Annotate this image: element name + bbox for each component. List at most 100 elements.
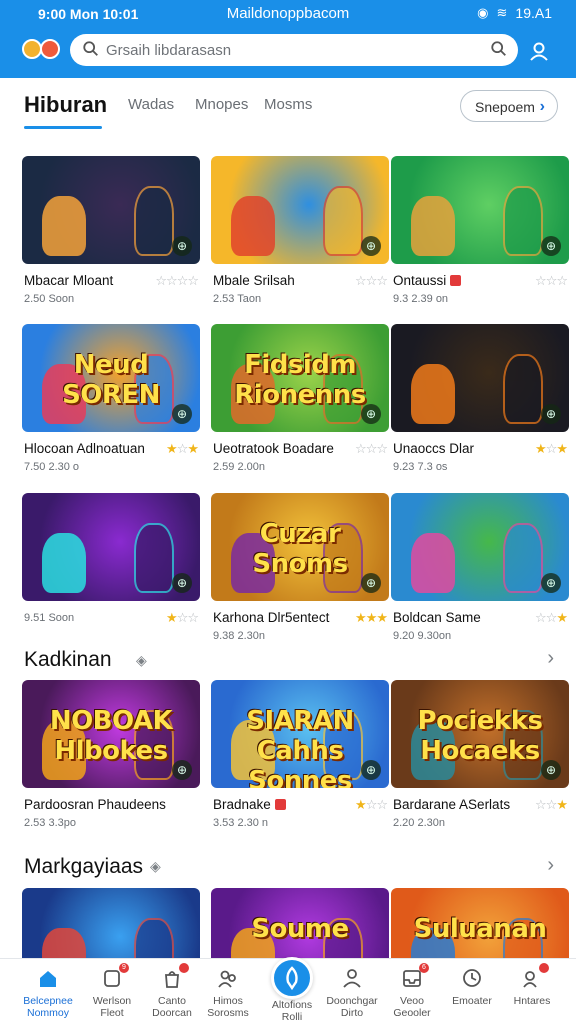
star-empty-icon: ☆ xyxy=(365,797,378,812)
star-empty-icon: ☆ xyxy=(355,273,367,288)
game-card[interactable]: Neud SOREN ⊕ Hlocoan Adlnoatuan 7.50 2.30 o… xyxy=(22,324,200,474)
wifi-icon: ≋ xyxy=(496,5,508,20)
bottom-nav-item[interactable]: Altofions Rolli xyxy=(262,957,322,1023)
nav-label: Doonchgar xyxy=(326,995,378,1007)
game-thumbnail[interactable]: NOBOAK Hlbokes ⊕ xyxy=(22,680,200,788)
bottom-nav-item[interactable]: 9 Werlson Fleot xyxy=(82,963,142,1019)
search-submit-icon[interactable] xyxy=(490,40,508,58)
game-card[interactable]: Suluanan⊕ xyxy=(391,888,569,958)
game-thumbnail[interactable]: ⊕ xyxy=(22,888,200,958)
game-thumbnail[interactable]: ⊕ xyxy=(391,156,569,264)
rating-badge-icon: ⊕ xyxy=(361,573,381,593)
thumbnail-title-art: Neud SOREN xyxy=(62,350,160,410)
nav-sublabel: Fleot xyxy=(100,1007,124,1019)
game-card[interactable]: ⊕ Mbacar Mloant 2.50 Soon ☆☆☆☆ xyxy=(22,156,200,306)
nav-label: Veoo xyxy=(400,995,424,1007)
nav-sublabel: Nommoy xyxy=(26,1007,69,1019)
section-more-chevron-icon[interactable]: › xyxy=(547,647,554,670)
rating-badge-icon: ⊕ xyxy=(172,236,192,256)
game-thumbnail[interactable]: Neud SOREN ⊕ xyxy=(22,324,200,432)
game-card[interactable]: ⊕ Boldcan Same 9.20 9.30on ☆☆★ xyxy=(391,493,569,643)
game-thumbnail[interactable]: Soume⊕ xyxy=(211,888,389,958)
people-icon xyxy=(217,967,239,989)
game-card[interactable]: ⊕ Unaoccs Dlar 9.23 7.3 os ★☆★ xyxy=(391,324,569,474)
game-card[interactable]: ⊕ 9.51 Soon ★☆☆ xyxy=(22,493,200,643)
app-logo[interactable] xyxy=(22,38,64,60)
rating-badge-icon: ⊕ xyxy=(361,760,381,780)
thumbnail-title-art: NOBOAK Hlbokes xyxy=(49,706,173,766)
star-empty-icon: ☆ xyxy=(355,441,367,456)
game-meta: 7.50 2.30 o xyxy=(24,461,80,473)
character-figure xyxy=(411,533,455,593)
star-empty-icon: ☆ xyxy=(155,273,167,288)
rating-badge-icon: ⊕ xyxy=(172,404,192,424)
game-card[interactable]: Fidsidm Rionenns ⊕ Ueotratook Boadare 2.59 … xyxy=(211,324,389,474)
star-empty-icon: ☆ xyxy=(376,797,388,812)
game-thumbnail[interactable]: Suluanan⊕ xyxy=(391,888,569,958)
star-filled-icon: ★ xyxy=(556,441,568,456)
nav-sublabel: Doorcan xyxy=(152,1007,192,1019)
rating-badge-icon: ⊕ xyxy=(541,760,561,780)
bottom-navigation: Belcepnee Nommoy 9 Werlson Fleot Canto Doorcan… xyxy=(0,957,576,1024)
bottom-nav-item[interactable]: Doonchgar Dirto xyxy=(322,965,382,1019)
rating-badge-icon: ⊕ xyxy=(541,236,561,256)
game-meta: 2.59 2.00n xyxy=(213,461,265,473)
character-figure xyxy=(323,186,363,256)
star-rating: ☆☆☆☆ xyxy=(155,273,199,289)
game-card[interactable]: ⊕ xyxy=(22,888,200,958)
rating-badge-icon: ⊕ xyxy=(172,573,192,593)
tab-mnopes[interactable]: Mnopes xyxy=(195,96,248,113)
bottom-nav-item[interactable]: Himos Sorosms xyxy=(198,965,258,1019)
game-thumbnail[interactable]: ⊕ xyxy=(391,493,569,601)
star-empty-icon: ☆ xyxy=(176,273,189,288)
character-figure xyxy=(42,196,86,256)
inbox-icon: 6 xyxy=(401,963,429,989)
game-thumbnail[interactable]: ⊕ xyxy=(22,156,200,264)
bottom-nav-item[interactable]: Emoater xyxy=(442,965,502,1007)
game-thumbnail[interactable]: Pociekks Hocaeks ⊕ xyxy=(391,680,569,788)
game-card[interactable]: Cuzar Snoms ⊕ Karhona Dlr5entect 9.38 2.30n… xyxy=(211,493,389,643)
notification-badge xyxy=(539,963,549,973)
hot-badge-icon xyxy=(274,799,286,810)
game-thumbnail[interactable]: ⊕ xyxy=(391,324,569,432)
bottom-nav-item[interactable]: Canto Doorcan xyxy=(142,963,202,1019)
game-thumbnail[interactable]: Cuzar Snoms ⊕ xyxy=(211,493,389,601)
game-meta: 3.53 2.30 n xyxy=(213,817,269,829)
character-figure xyxy=(134,918,174,958)
game-card[interactable]: ⊕ Ontaussi 9.3 2.39 on ☆☆☆ xyxy=(391,156,569,306)
section-more-chevron-icon[interactable]: › xyxy=(547,854,554,877)
star-filled-icon: ★ xyxy=(535,441,547,456)
profile-icon[interactable] xyxy=(528,40,550,62)
game-thumbnail[interactable]: Fidsidm Rionenns ⊕ xyxy=(211,324,389,432)
tab-wadas[interactable]: Wadas xyxy=(128,96,174,113)
nav-sublabel: Rolli xyxy=(281,1011,303,1023)
top-app-bar: 9:00 Mon 10:01 Maildonoppbacom ◉ ≋ 19.A1… xyxy=(0,0,576,78)
sort-button[interactable]: Snepoem › xyxy=(460,90,558,122)
center-action-button[interactable] xyxy=(271,957,313,999)
game-card[interactable]: NOBOAK Hlbokes ⊕ Pardoosran Phaudeens 2.53 … xyxy=(22,680,200,830)
game-card[interactable]: SIARAN Cahhs Sonnes ⊕ Bradnake 3.53 2.30 n ★… xyxy=(211,680,389,830)
character-figure xyxy=(134,523,174,593)
thumbnail-title-art: Fidsidm Rionenns xyxy=(234,350,366,410)
star-empty-icon: ☆ xyxy=(176,610,189,625)
game-card[interactable]: Soume⊕ xyxy=(211,888,389,958)
game-thumbnail[interactable]: SIARAN Cahhs Sonnes ⊕ xyxy=(211,680,389,788)
game-thumbnail[interactable]: ⊕ xyxy=(22,493,200,601)
game-card[interactable]: Pociekks Hocaeks ⊕ Bardarane ASerlats 2.20 … xyxy=(391,680,569,830)
search-input[interactable]: Grsaih libdarasasn xyxy=(70,34,518,66)
game-thumbnail[interactable]: ⊕ xyxy=(211,156,389,264)
shield-icon: 9 xyxy=(101,963,129,989)
nav-label: Canto xyxy=(157,995,187,1007)
game-meta: 9.20 9.30on xyxy=(393,630,452,642)
character-figure xyxy=(231,196,275,256)
search-placeholder: Grsaih libdarasasn xyxy=(106,42,232,59)
tab-hiburan[interactable]: Hiburan xyxy=(24,92,107,118)
bottom-nav-item[interactable]: Hntares xyxy=(502,963,562,1007)
bottom-nav-item[interactable]: 6 Veoo Geooler xyxy=(382,963,442,1019)
tab-mosms[interactable]: Mosms xyxy=(264,96,312,113)
bottom-nav-item[interactable]: Belcepnee Nommoy xyxy=(18,965,78,1019)
game-title: Mbale Srilsah xyxy=(213,273,295,288)
game-card[interactable]: ⊕ Mbale Srilsah 2.53 Taon ☆☆☆ xyxy=(211,156,389,306)
star-rating: ★☆☆ xyxy=(355,797,388,813)
star-empty-icon: ☆ xyxy=(187,273,199,288)
